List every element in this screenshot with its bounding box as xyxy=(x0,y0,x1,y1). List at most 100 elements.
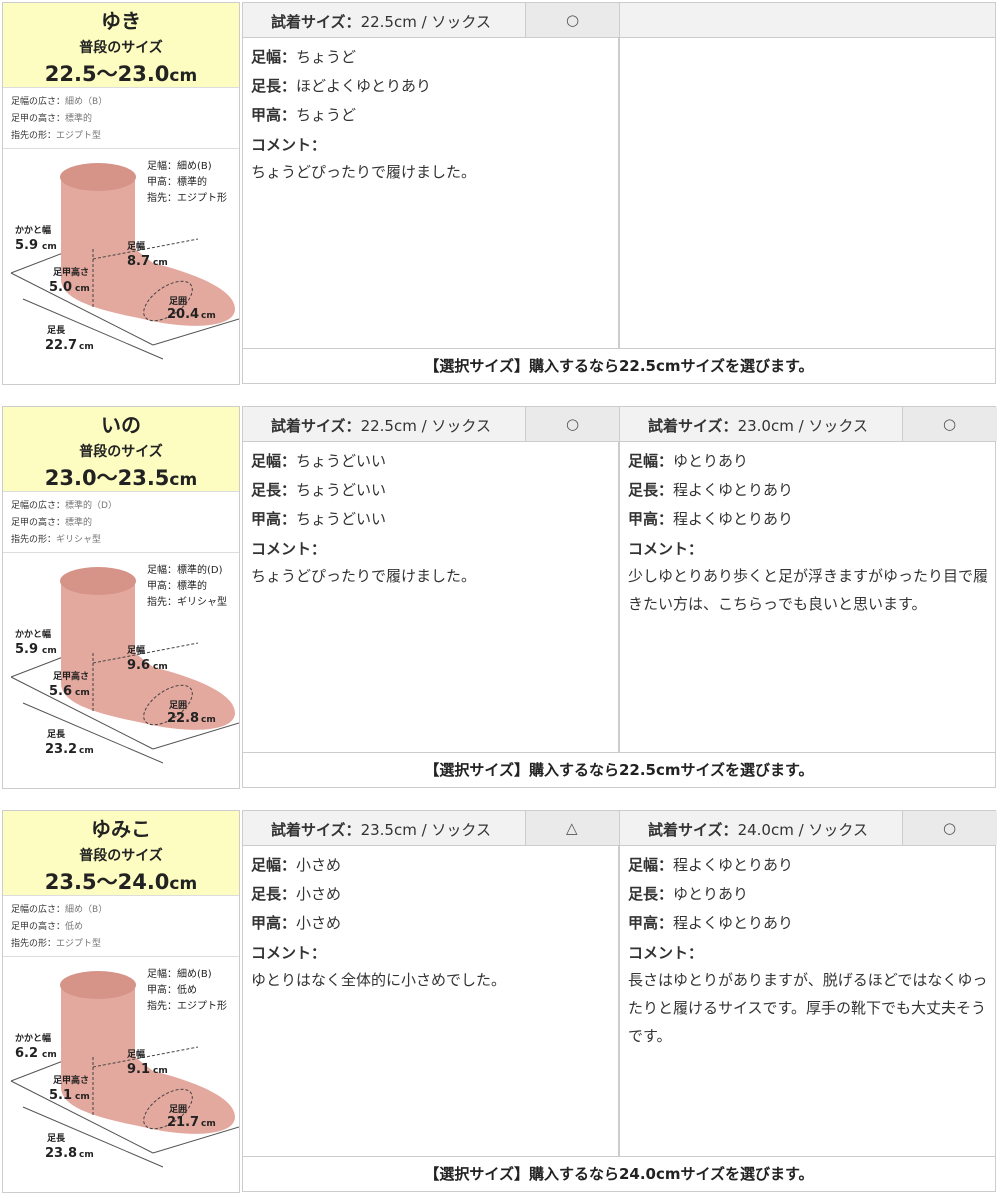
row-width-value: ゆとりあり xyxy=(673,452,749,470)
instep-value: 5.1 xyxy=(49,1088,72,1103)
note-width: 足幅：細め(B) xyxy=(147,967,212,980)
heel-label: かかと幅 xyxy=(15,224,51,236)
row-instep-label: 甲高： xyxy=(628,510,674,528)
trial-header: 試着サイズ：22.5cm / ソックス ○ xyxy=(242,2,620,38)
attr-instep-value: 低め xyxy=(65,922,84,932)
fit-mark: ○ xyxy=(566,11,580,29)
attr-toe-value: ギリシャ型 xyxy=(56,535,102,545)
attr-instep-value: 標準的 xyxy=(65,114,93,124)
width-unit: cm xyxy=(153,258,168,268)
row-length-value: ちょうどいい xyxy=(296,481,387,499)
heel-label: かかと幅 xyxy=(15,628,51,640)
width-label: 足幅 xyxy=(127,240,145,252)
comment-text: ちょうどぴったりで履けました。 xyxy=(251,163,477,181)
review-block: いの 普段のサイズ 23.0〜23.5cm 足幅の広さ：標準的（D） 足甲の高さ：標準的… xyxy=(0,406,1000,789)
attr-toe: 指先の形：ギリシャ型 xyxy=(11,532,101,545)
width-value: 8.7 xyxy=(127,254,150,269)
usual-size-value: 23.0〜23.5 xyxy=(44,466,170,490)
profile-panel: ゆき 普段のサイズ 22.5〜23.0cm 足幅の広さ：細め（B） 足甲の高さ：標準的指… xyxy=(2,2,240,385)
foot-attributes: 足幅の広さ：細め（B） 足甲の高さ：低め 指先の形：エジプト型 xyxy=(3,895,239,957)
reviewer-name: ゆみこ xyxy=(91,817,151,841)
comment-text: 少しゆとりあり歩くと足が浮きますがゆったり目で履きたい方は、こちらっでも良いと思… xyxy=(628,567,989,613)
trial-size-label: 試着サイズ： xyxy=(271,821,361,839)
row-length-value: ゆとりあり xyxy=(673,885,749,903)
foot-attributes: 足幅の広さ：標準的（D） 足甲の高さ：標準的 指先の形：ギリシャ型 xyxy=(3,491,239,553)
row-width: 足幅：ゆとりあり xyxy=(628,450,748,471)
comment-text: ゆとりはなく全体的に小さめでした。 xyxy=(251,971,507,989)
instep-value: 5.6 xyxy=(49,684,72,699)
trial-size-value: 22.5cm / ソックス xyxy=(360,13,491,31)
length-unit: cm xyxy=(79,1150,94,1160)
comment-label: コメント： xyxy=(251,134,326,155)
row-width-value: 小さめ xyxy=(296,856,342,874)
attr-toe-value: エジプト型 xyxy=(56,131,102,141)
row-instep-value: ちょうどいい xyxy=(296,510,387,528)
row-width: 足幅：ちょうど xyxy=(251,46,356,67)
heel-value: 6.2 xyxy=(15,1046,38,1061)
length-unit: cm xyxy=(79,342,94,352)
row-instep: 甲高：ちょうどいい xyxy=(251,508,386,529)
row-width-label: 足幅： xyxy=(628,452,674,470)
fit-mark-cell: △ xyxy=(525,811,620,845)
ankle-top xyxy=(60,567,136,595)
selected-size: 【選択サイズ】購入するなら24.0cmサイズを選びます。 xyxy=(242,1156,996,1192)
profile-header: ゆき 普段のサイズ 22.5〜23.0cm xyxy=(3,3,239,87)
note-toe: 指先：エジプト形 xyxy=(147,999,227,1012)
row-length-label: 足長： xyxy=(251,77,297,95)
comment-label: コメント： xyxy=(628,942,703,963)
row-instep-value: 小さめ xyxy=(296,914,342,932)
row-instep-value: 程よくゆとりあり xyxy=(673,510,794,528)
foot-diagram: 足幅：標準的(D)甲高：標準的指先：ギリシャ型かかと幅5.9 cm 足幅9.6 cm足… xyxy=(10,563,239,764)
row-width-value: 程よくゆとりあり xyxy=(673,856,794,874)
note-width: 足幅：細め(B) xyxy=(147,159,212,172)
comment-text: ちょうどぴったりで履けました。 xyxy=(251,567,477,585)
instep-label: 足甲高さ xyxy=(53,266,89,278)
attr-width-value: 細め（B） xyxy=(65,97,108,107)
attr-width: 足幅の広さ：細め（B） xyxy=(11,902,107,915)
trial-size: 試着サイズ：24.0cm / ソックス xyxy=(648,819,868,840)
instep-unit: cm xyxy=(75,688,90,698)
trial-size-value: 23.5cm / ソックス xyxy=(360,821,491,839)
row-instep: 甲高：程よくゆとりあり xyxy=(628,912,793,933)
usual-size-value: 23.5〜24.0 xyxy=(44,870,170,894)
row-instep: 甲高：ちょうど xyxy=(251,104,356,125)
girth-unit: cm xyxy=(201,1119,216,1129)
row-length-label: 足長： xyxy=(628,885,674,903)
heel-unit: cm xyxy=(42,242,57,252)
trial-body: 足幅：ゆとりあり 足長：程よくゆとりあり 甲高：程よくゆとりあり コメント： 少しゆとり… xyxy=(619,442,996,754)
note-width: 足幅：標準的(D) xyxy=(147,563,223,576)
note-instep: 甲高：標準的 xyxy=(147,579,207,592)
row-length-value: 程よくゆとりあり xyxy=(673,481,794,499)
row-length-label: 足長： xyxy=(251,481,297,499)
trial-size-label: 試着サイズ： xyxy=(648,821,738,839)
usual-size-unit: cm xyxy=(169,874,198,894)
row-length-value: 小さめ xyxy=(296,885,342,903)
attr-toe: 指先の形：エジプト型 xyxy=(11,128,101,141)
heel-label: かかと幅 xyxy=(15,1032,51,1044)
row-instep-label: 甲高： xyxy=(251,914,297,932)
trial-size: 試着サイズ：23.0cm / ソックス xyxy=(648,415,868,436)
attr-toe-value: エジプト型 xyxy=(56,939,102,949)
fit-mark: ○ xyxy=(943,819,957,837)
girth-label: 足囲 xyxy=(169,700,187,711)
row-length: 足長：ほどよくゆとりあり xyxy=(251,75,431,96)
profile-header: ゆみこ 普段のサイズ 23.5〜24.0cm xyxy=(3,811,239,895)
length-label: 足長 xyxy=(47,729,66,740)
fit-mark: △ xyxy=(566,819,578,837)
row-instep-value: ちょうど xyxy=(296,106,357,124)
fit-mark-cell: ○ xyxy=(902,407,997,441)
width-label: 足幅 xyxy=(127,644,145,656)
girth-value: 22.8 xyxy=(167,711,199,726)
girth-value: 21.7 xyxy=(167,1115,199,1130)
attr-width-value: 細め（B） xyxy=(65,905,108,915)
profile-panel: いの 普段のサイズ 23.0〜23.5cm 足幅の広さ：標準的（D） 足甲の高さ：標準的… xyxy=(2,406,240,789)
usual-size-label: 普段のサイズ xyxy=(79,444,163,460)
comment-label-text: コメント： xyxy=(628,944,704,962)
fit-mark-cell: ○ xyxy=(902,811,997,845)
row-length-value: ほどよくゆとりあり xyxy=(296,77,432,95)
row-length: 足長：程よくゆとりあり xyxy=(628,479,793,500)
trial-size: 試着サイズ：23.5cm / ソックス xyxy=(271,819,491,840)
trial-body: 足幅：ちょうど 足長：ほどよくゆとりあり 甲高：ちょうど コメント： ちょうどぴったりで… xyxy=(242,38,619,350)
length-value: 22.7 xyxy=(45,338,77,353)
row-length: 足長：ちょうどいい xyxy=(251,479,386,500)
